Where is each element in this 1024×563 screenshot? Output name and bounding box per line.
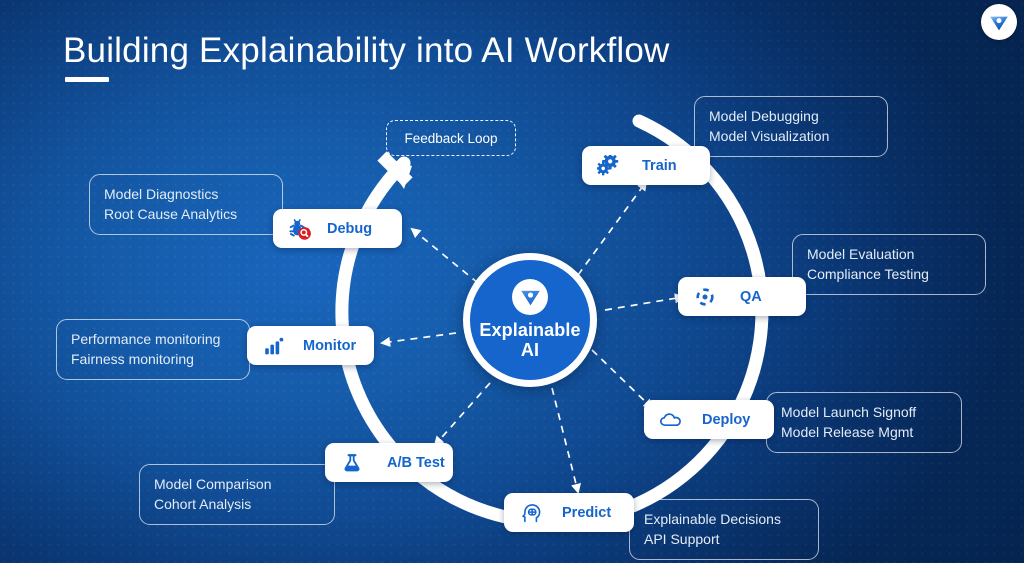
bug-magnifier-icon (287, 216, 313, 242)
node-pill-abtest[interactable]: A/B Test (325, 443, 453, 482)
target-dashed-circle-icon (692, 284, 718, 310)
detail-line: Model Launch Signoff (781, 404, 917, 420)
detail-line: Fairness monitoring (71, 351, 194, 367)
node-pill-monitor[interactable]: Monitor (247, 326, 374, 365)
spoke-to-train (577, 180, 648, 276)
detail-line: Cohort Analysis (154, 496, 252, 512)
node-pill-deploy[interactable]: Deploy (644, 400, 774, 439)
detail-line: Model Debugging (709, 108, 819, 124)
node-label-debug: Debug (327, 220, 373, 237)
detail-line: Model Evaluation (807, 246, 915, 262)
detail-line: Model Release Mgmt (781, 424, 914, 440)
detail-box-monitor: Performance monitoring Fairness monitori… (56, 319, 250, 380)
feedback-loop-label: Feedback Loop (404, 130, 498, 146)
detail-line: Model Visualization (709, 128, 830, 144)
spoke-to-qa (604, 293, 686, 311)
node-pill-train[interactable]: Train (582, 146, 710, 185)
detail-line: Performance monitoring (71, 331, 221, 347)
spoke-to-abtest (433, 382, 491, 447)
node-pill-debug[interactable]: Debug (273, 209, 402, 248)
center-node-label: Explainable AI (479, 320, 580, 360)
spoke-to-predict (551, 387, 581, 494)
detail-line: API Support (644, 531, 720, 547)
detail-box-train: Model Debugging Model Visualization (694, 96, 888, 157)
detail-box-qa: Model Evaluation Compliance Testing (792, 234, 986, 295)
spoke-to-debug (410, 227, 479, 284)
company-triangle-logo-icon (512, 278, 548, 315)
center-label-line1: Explainable (479, 319, 581, 340)
spoke-to-monitor (379, 332, 457, 347)
flask-icon (339, 450, 365, 476)
node-pill-predict[interactable]: Predict (504, 493, 634, 532)
detail-line: Compliance Testing (807, 266, 929, 282)
detail-box-deploy: Model Launch Signoff Model Release Mgmt (766, 392, 962, 453)
node-pill-qa[interactable]: QA (678, 277, 806, 316)
feedback-loop-chip[interactable]: Feedback Loop (386, 120, 516, 156)
cloud-icon (658, 407, 684, 433)
spoke-to-deploy (591, 349, 654, 410)
center-label-line2: AI (520, 339, 540, 360)
node-label-train: Train (642, 157, 677, 174)
node-label-qa: QA (740, 288, 762, 305)
detail-box-debug: Model Diagnostics Root Cause Analytics (89, 174, 283, 235)
bar-chart-icon (261, 333, 287, 359)
node-label-monitor: Monitor (303, 337, 357, 354)
node-label-deploy: Deploy (702, 411, 751, 428)
node-label-abtest: A/B Test (387, 454, 445, 471)
node-label-predict: Predict (562, 504, 612, 521)
detail-box-abtest: Model Comparison Cohort Analysis (139, 464, 335, 525)
head-brain-icon (518, 500, 544, 526)
detail-line: Root Cause Analytics (104, 206, 238, 222)
detail-line: Explainable Decisions (644, 511, 781, 527)
detail-box-predict: Explainable Decisions API Support (629, 499, 819, 560)
detail-line: Model Diagnostics (104, 186, 219, 202)
detail-line: Model Comparison (154, 476, 272, 492)
gears-icon (596, 153, 622, 179)
center-node-explainable-ai[interactable]: Explainable AI (463, 253, 597, 387)
